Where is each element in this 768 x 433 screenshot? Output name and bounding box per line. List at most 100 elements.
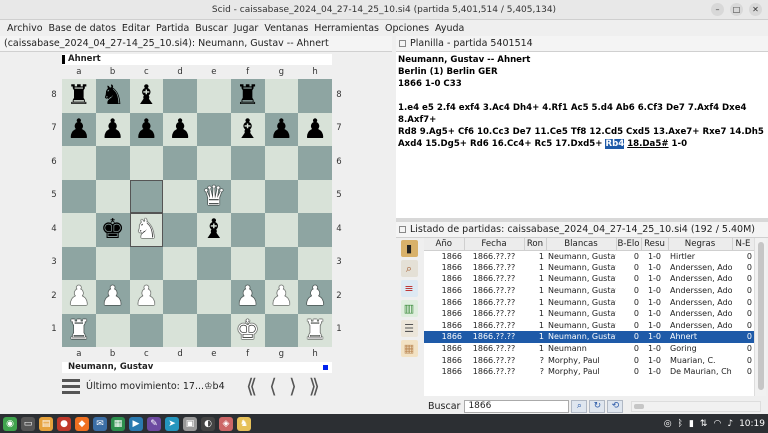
black-pawn-icon[interactable]: ♟ bbox=[101, 116, 125, 143]
square-d2[interactable] bbox=[163, 280, 197, 314]
volume-icon[interactable]: ♪ bbox=[727, 419, 733, 429]
spreadsheet-icon[interactable]: ▦ bbox=[111, 416, 125, 431]
col-header-white-elo[interactable]: B-Elo bbox=[616, 238, 642, 251]
square-c3[interactable] bbox=[129, 246, 164, 280]
square-f6[interactable] bbox=[230, 146, 265, 180]
hamburger-menu-icon[interactable] bbox=[62, 378, 80, 394]
network-icon[interactable]: ◎ bbox=[664, 419, 672, 429]
square-b4[interactable]: ♚ bbox=[95, 213, 130, 247]
black-bishop-icon[interactable]: ♝ bbox=[202, 216, 226, 243]
square-e3[interactable] bbox=[197, 246, 231, 280]
square-e7[interactable] bbox=[197, 112, 231, 146]
app-icon[interactable]: ● bbox=[57, 416, 71, 431]
game-list-row[interactable]: 1866 1866.??.?? 1 Neumann, Gustav 0 1-0 Anders… bbox=[424, 296, 754, 308]
square-h2[interactable]: ♟ bbox=[298, 280, 332, 314]
square-h7[interactable]: ♟ bbox=[298, 112, 332, 146]
game-list-row[interactable]: 1866 1866.??.?? 1 Neumann, Gustav 0 1-0 Anders… bbox=[424, 320, 754, 332]
white-rook-icon[interactable]: ♜ bbox=[67, 317, 91, 344]
black-knight-icon[interactable]: ♞ bbox=[101, 82, 125, 109]
square-a7[interactable]: ♟ bbox=[62, 112, 96, 146]
square-b3[interactable] bbox=[95, 246, 130, 280]
square-b8[interactable]: ♞ bbox=[95, 79, 130, 113]
square-g1[interactable] bbox=[264, 313, 299, 347]
white-rook-icon[interactable]: ♜ bbox=[303, 317, 327, 344]
wifi-icon[interactable]: ◠ bbox=[713, 419, 721, 429]
show-desktop-icon[interactable]: ▭ bbox=[21, 416, 35, 431]
board-icon[interactable]: ▦ bbox=[400, 340, 418, 357]
panel-close-icon[interactable] bbox=[399, 226, 406, 233]
square-f3[interactable] bbox=[230, 246, 265, 280]
square-c8[interactable]: ♝ bbox=[129, 79, 164, 113]
col-header-year[interactable]: Año bbox=[424, 238, 465, 251]
square-g4[interactable] bbox=[264, 213, 299, 247]
square-c6[interactable] bbox=[129, 146, 164, 180]
square-e6[interactable] bbox=[197, 146, 231, 180]
square-c4[interactable]: ♞ bbox=[129, 213, 164, 247]
clock[interactable]: 10:19 bbox=[739, 419, 765, 429]
horizontal-scrollbar[interactable] bbox=[631, 400, 762, 412]
pgn-moves-line-2[interactable]: Rd8 9.Ag5+ Cf6 10.Cc3 De7 11.Ce5 Tf8 12.… bbox=[398, 126, 766, 138]
maximize-icon[interactable]: □ bbox=[730, 3, 743, 16]
white-pawn-icon[interactable]: ♟ bbox=[134, 283, 158, 310]
square-f8[interactable]: ♜ bbox=[230, 79, 265, 113]
search-icon[interactable]: ⌕ bbox=[400, 260, 418, 277]
square-e8[interactable] bbox=[197, 79, 231, 113]
menu-editar[interactable]: Editar bbox=[119, 23, 153, 34]
reset-icon[interactable]: ⟲ bbox=[607, 399, 624, 413]
white-pawn-icon[interactable]: ♟ bbox=[236, 283, 260, 310]
square-h5[interactable] bbox=[298, 179, 332, 213]
square-h8[interactable] bbox=[298, 79, 332, 113]
game-list-row[interactable]: 1866 1866.??.??? Morphy, Paul 0 1-0 De Mauria… bbox=[424, 366, 754, 378]
browser-icon[interactable]: ◆ bbox=[75, 416, 89, 431]
terminal-icon[interactable]: ▶ bbox=[129, 416, 143, 431]
game-list-row[interactable]: 1866 1866.??.?? 1 Neumann, Gustav 0 1-0 Ahnert… bbox=[424, 331, 754, 343]
pgn-current-move[interactable]: Rb4 bbox=[605, 139, 625, 149]
square-b1[interactable] bbox=[95, 313, 130, 347]
nav-first-button[interactable]: ⟪ bbox=[246, 374, 257, 398]
white-king-icon[interactable]: ♚ bbox=[236, 317, 260, 344]
nav-forward-button[interactable]: ⟩ bbox=[289, 374, 297, 398]
nav-last-button[interactable]: ⟫ bbox=[309, 374, 320, 398]
menu-archivo[interactable]: Archivo bbox=[4, 23, 46, 34]
search-button-icon[interactable]: ⌕ bbox=[571, 399, 588, 413]
black-rook-icon[interactable]: ♜ bbox=[236, 82, 260, 109]
col-header-date[interactable]: Fecha bbox=[464, 238, 525, 251]
search-input[interactable]: 1866 bbox=[464, 399, 570, 413]
chart-icon[interactable]: ▥ bbox=[400, 300, 418, 317]
square-c7[interactable]: ♟ bbox=[129, 112, 164, 146]
square-b2[interactable]: ♟ bbox=[95, 280, 130, 314]
square-g5[interactable] bbox=[264, 179, 299, 213]
filter-icon[interactable]: ≡ bbox=[400, 280, 418, 297]
white-knight-icon[interactable]: ♞ bbox=[134, 216, 158, 243]
messenger-icon[interactable]: ➤ bbox=[165, 416, 179, 431]
app-icon-5[interactable]: ♞ bbox=[237, 416, 251, 431]
square-h1[interactable]: ♜ bbox=[298, 313, 332, 347]
square-d8[interactable] bbox=[163, 79, 197, 113]
square-d6[interactable] bbox=[163, 146, 197, 180]
square-c1[interactable] bbox=[129, 313, 164, 347]
square-a5[interactable] bbox=[62, 179, 96, 213]
pgn-next-move[interactable]: 18.Da5# bbox=[627, 139, 668, 149]
game-list-row[interactable]: 1866 1866.??.?? 1 Neumann, Gustav 0 1-0 Hirtle… bbox=[424, 250, 754, 262]
col-header-round[interactable]: Ron bbox=[524, 238, 547, 251]
menu-ayuda[interactable]: Ayuda bbox=[432, 23, 467, 34]
menu-base-de-datos[interactable]: Base de datos bbox=[46, 23, 119, 34]
square-f1[interactable]: ♚ bbox=[230, 313, 265, 347]
book-icon[interactable]: ▮ bbox=[400, 240, 418, 257]
square-d4[interactable] bbox=[163, 213, 197, 247]
mail-icon[interactable]: ✉ bbox=[93, 416, 107, 431]
menu-buscar[interactable]: Buscar bbox=[192, 23, 230, 34]
white-pawn-icon[interactable]: ♟ bbox=[101, 283, 125, 310]
black-pawn-icon[interactable]: ♟ bbox=[168, 116, 192, 143]
menu-ventanas[interactable]: Ventanas bbox=[261, 23, 311, 34]
menu-herramientas[interactable]: Herramientas bbox=[311, 23, 382, 34]
square-f2[interactable]: ♟ bbox=[230, 280, 265, 314]
square-c2[interactable]: ♟ bbox=[129, 280, 164, 314]
pgn-moves-line-3[interactable]: Axd4 15.Dg5+ Rd6 16.Cc4+ Rc5 17.Dxd5+ Rb… bbox=[398, 138, 766, 150]
square-c5[interactable] bbox=[129, 179, 164, 213]
square-h4[interactable] bbox=[298, 213, 332, 247]
col-header-black-elo[interactable]: N-E bbox=[732, 238, 754, 251]
black-pawn-icon[interactable]: ♟ bbox=[67, 116, 91, 143]
square-g2[interactable]: ♟ bbox=[264, 280, 299, 314]
game-list-row[interactable]: 1866 1866.??.?? 1 Neumann, Gustav 0 1-0 Anders… bbox=[424, 285, 754, 297]
